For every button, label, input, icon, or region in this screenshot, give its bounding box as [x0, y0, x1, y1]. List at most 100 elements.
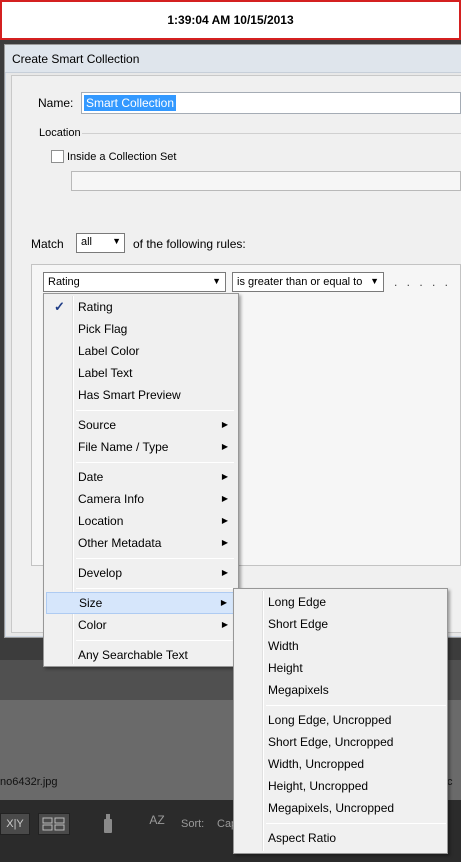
menu-item-label: Rating [78, 300, 113, 314]
menu-separator [76, 462, 234, 463]
name-input[interactable]: Smart Collection [81, 92, 461, 114]
submenu-arrow-icon: ▶ [221, 472, 228, 481]
menu-item-label: Date [78, 470, 104, 484]
menu-item-label: Megapixels [268, 683, 329, 697]
submenu-arrow-icon: ▶ [221, 442, 228, 451]
menu-separator [76, 558, 234, 559]
name-input-selected-text: Smart Collection [84, 95, 177, 111]
match-select[interactable]: all ▼ [76, 233, 125, 253]
menu-item-label: Camera Info [78, 492, 145, 506]
menu-item-label: Short Edge [268, 617, 329, 631]
menu-item-label: Any Searchable Text [78, 648, 188, 662]
menu-item-any-searchable-text[interactable]: Any Searchable Text [46, 644, 236, 666]
menu-item-label: Color [78, 618, 107, 632]
menu-item-size[interactable]: Size ▶ [46, 592, 236, 614]
menu-item-date[interactable]: Date ▶ [46, 466, 236, 488]
sort-direction-button[interactable]: AZ [142, 813, 172, 835]
submenu-item-long-edge-uncropped[interactable]: Long Edge, Uncropped [236, 709, 445, 731]
menu-item-label: Long Edge, Uncropped [268, 713, 392, 727]
menu-item-label: Megapixels, Uncropped [268, 801, 395, 815]
menu-item-label: Short Edge, Uncropped [268, 735, 394, 749]
menu-item-label: File Name / Type [78, 440, 169, 454]
menu-item-file-name-type[interactable]: File Name / Type ▶ [46, 436, 236, 458]
menu-item-label: Height [268, 661, 303, 675]
menu-item-rating[interactable]: ✓ Rating [46, 296, 236, 318]
rating-value-dots[interactable]: . . . . . [394, 275, 451, 289]
submenu-item-long-edge[interactable]: Long Edge [236, 591, 445, 613]
submenu-item-height[interactable]: Height [236, 657, 445, 679]
timestamp-text: 1:39:04 AM 10/15/2013 [167, 13, 294, 27]
submenu-item-width[interactable]: Width [236, 635, 445, 657]
menu-item-label: Size [79, 596, 103, 610]
menu-item-label: Pick Flag [78, 322, 128, 336]
thumbnail-filename: no6432r.jpg [0, 776, 58, 788]
menu-item-label-color[interactable]: Label Color [46, 340, 236, 362]
sort-label: Sort: [181, 818, 205, 830]
name-label: Name: [38, 96, 74, 110]
inside-collection-set-label[interactable]: Inside a Collection Set [67, 151, 176, 163]
submenu-item-megapixels[interactable]: Megapixels [236, 679, 445, 701]
location-group-label: Location [39, 127, 81, 139]
submenu-arrow-icon: ▶ [221, 568, 228, 577]
menu-item-label: Height, Uncropped [268, 779, 369, 793]
menu-separator [266, 823, 446, 824]
inside-collection-set-checkbox[interactable] [51, 150, 64, 163]
dialog-title: Create Smart Collection [12, 52, 140, 66]
submenu-arrow-icon: ▶ [221, 620, 228, 629]
timestamp-banner: 1:39:04 AM 10/15/2013 [0, 0, 461, 40]
location-divider [82, 133, 461, 134]
rules-label: of the following rules: [133, 237, 246, 251]
submenu-item-height-uncropped[interactable]: Height, Uncropped [236, 775, 445, 797]
painter-spray-can-icon[interactable] [100, 811, 116, 835]
submenu-arrow-icon: ▶ [221, 420, 228, 429]
menu-separator [76, 640, 234, 641]
submenu-arrow-icon: ▶ [221, 516, 228, 525]
size-submenu: Long Edge Short Edge Width Height Megapi… [233, 588, 448, 854]
menu-item-label: Long Edge [268, 595, 327, 609]
submenu-item-short-edge[interactable]: Short Edge [236, 613, 445, 635]
menu-separator [266, 705, 446, 706]
collection-set-select[interactable] [71, 171, 461, 191]
menu-item-other-metadata[interactable]: Other Metadata ▶ [46, 532, 236, 554]
menu-item-has-smart-preview[interactable]: Has Smart Preview [46, 384, 236, 406]
menu-item-develop[interactable]: Develop ▶ [46, 562, 236, 584]
menu-separator [76, 588, 234, 589]
criterion-menu: ✓ Rating Pick Flag Label Color Label Tex… [43, 293, 239, 667]
menu-item-color[interactable]: Color ▶ [46, 614, 236, 636]
submenu-item-width-uncropped[interactable]: Width, Uncropped [236, 753, 445, 775]
menu-item-label-text[interactable]: Label Text [46, 362, 236, 384]
submenu-arrow-icon: ▶ [220, 598, 227, 607]
menu-item-label: Label Text [78, 366, 133, 380]
criterion-select[interactable]: Rating ▼ [43, 272, 226, 292]
menu-item-label: Has Smart Preview [78, 388, 181, 402]
submenu-item-aspect-ratio[interactable]: Aspect Ratio [236, 827, 445, 849]
submenu-item-megapixels-uncropped[interactable]: Megapixels, Uncropped [236, 797, 445, 819]
menu-item-label: Source [78, 418, 117, 432]
submenu-item-short-edge-uncropped[interactable]: Short Edge, Uncropped [236, 731, 445, 753]
criterion-select-value: Rating [48, 276, 80, 288]
chevron-down-icon: ▼ [212, 276, 221, 286]
dialog-titlebar[interactable]: Create Smart Collection [5, 45, 461, 73]
match-select-value: all [81, 236, 93, 248]
menu-item-label: Label Color [78, 344, 140, 358]
menu-item-camera-info[interactable]: Camera Info ▶ [46, 488, 236, 510]
operator-select-value: is greater than or equal to [237, 276, 363, 288]
menu-item-label: Width [268, 639, 299, 653]
menu-item-source[interactable]: Source ▶ [46, 414, 236, 436]
menu-item-location[interactable]: Location ▶ [46, 510, 236, 532]
chevron-down-icon: ▼ [112, 236, 121, 246]
chevron-down-icon: ▼ [370, 276, 379, 286]
menu-item-label: Develop [78, 566, 123, 580]
menu-separator [76, 410, 234, 411]
menu-item-label: Aspect Ratio [268, 831, 337, 845]
survey-view-button[interactable] [38, 813, 70, 835]
checkmark-icon: ✓ [54, 299, 65, 314]
submenu-arrow-icon: ▶ [221, 538, 228, 547]
operator-select[interactable]: is greater than or equal to ▼ [232, 272, 384, 292]
menu-item-label: Width, Uncropped [268, 757, 365, 771]
match-label: Match [31, 237, 64, 251]
spray-can-icon [104, 814, 112, 833]
compare-view-button[interactable]: X|Y [0, 813, 30, 835]
menu-item-pick-flag[interactable]: Pick Flag [46, 318, 236, 340]
submenu-arrow-icon: ▶ [221, 494, 228, 503]
